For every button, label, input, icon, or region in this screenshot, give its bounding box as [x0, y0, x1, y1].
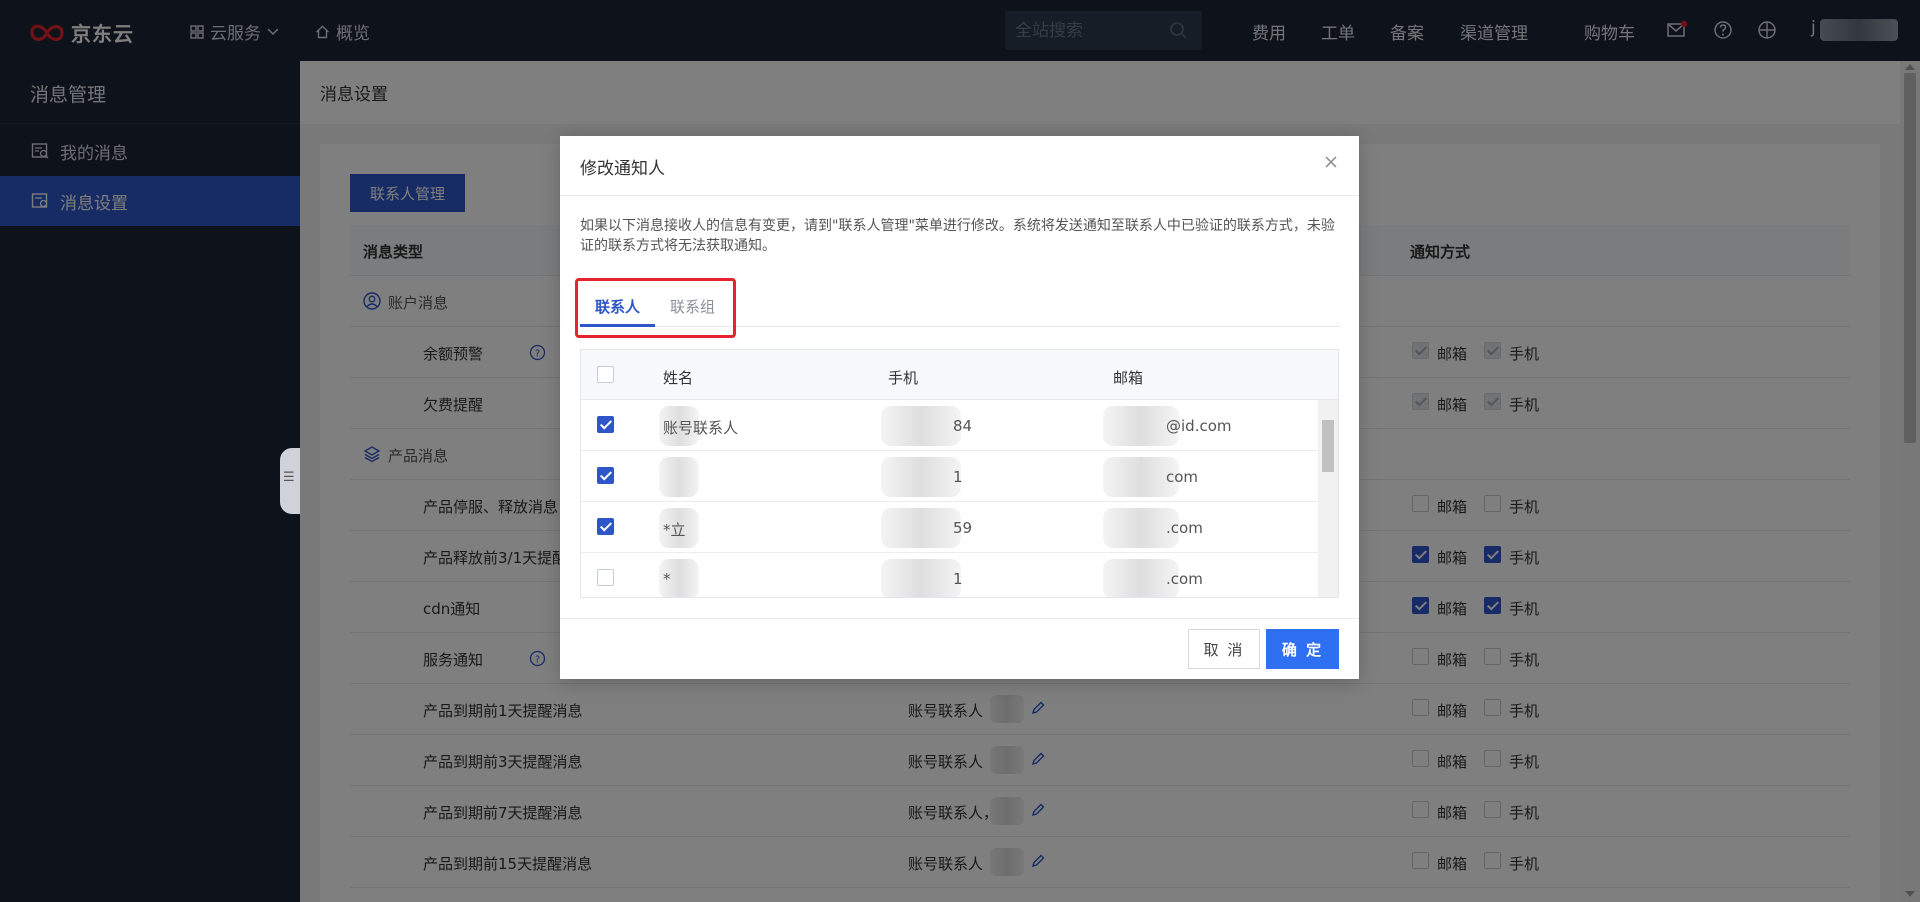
contact-checkbox[interactable] [597, 518, 614, 535]
dialog-divider [560, 195, 1359, 196]
column-name: 姓名 [663, 369, 694, 387]
redacted-value [881, 508, 961, 548]
contact-email: .com [1166, 519, 1203, 537]
redacted-value [659, 457, 699, 497]
contact-name: *立 [663, 521, 686, 539]
contacts-scrollbar[interactable] [1318, 400, 1338, 597]
contacts-table: 姓名 手机 邮箱 账号联系人 84 @id.com 1 com *立 59 .com * 1 .co… [580, 349, 1339, 598]
contacts-scroll-thumb[interactable] [1322, 420, 1334, 472]
contact-name: * [663, 570, 671, 588]
contact-phone: 1 [953, 468, 963, 486]
select-all-checkbox[interactable] [597, 366, 614, 383]
sidebar-collapse-handle[interactable] [280, 448, 300, 514]
contact-phone: 1 [953, 570, 963, 588]
dialog-title: 修改通知人 [580, 159, 665, 179]
tabs-highlight-box [575, 278, 736, 338]
contact-name: 账号联系人 [663, 419, 739, 437]
contact-row[interactable]: *立 59 .com [581, 502, 1318, 553]
redacted-value [881, 457, 961, 497]
redacted-value [881, 559, 961, 597]
contact-phone: 84 [953, 417, 973, 435]
edit-notifier-dialog: 修改通知人 如果以下消息接收人的信息有变更，请到"联系人管理"菜单进行修改。系统… [560, 136, 1359, 679]
contact-row[interactable]: 账号联系人 84 @id.com [581, 400, 1318, 451]
column-email: 邮箱 [1113, 369, 1144, 387]
close-icon[interactable] [1321, 152, 1341, 172]
contact-email: @id.com [1166, 417, 1232, 435]
contact-checkbox[interactable] [597, 467, 614, 484]
contact-checkbox[interactable] [597, 416, 614, 433]
cancel-button[interactable]: 取 消 [1188, 629, 1260, 669]
contact-email: com [1166, 468, 1199, 486]
contact-row[interactable]: * 1 .com [581, 553, 1318, 597]
contact-email: .com [1166, 570, 1203, 588]
contact-phone: 59 [953, 519, 973, 537]
contact-checkbox[interactable] [597, 569, 614, 586]
redacted-value [881, 406, 961, 446]
dialog-notice: 如果以下消息接收人的信息有变更，请到"联系人管理"菜单进行修改。系统将发送通知至… [580, 218, 1335, 254]
contacts-table-header: 姓名 手机 邮箱 [581, 350, 1338, 400]
confirm-button[interactable]: 确 定 [1266, 629, 1339, 669]
column-phone: 手机 [888, 369, 919, 387]
contact-row[interactable]: 1 com [581, 451, 1318, 502]
dialog-footer-divider [560, 618, 1359, 619]
